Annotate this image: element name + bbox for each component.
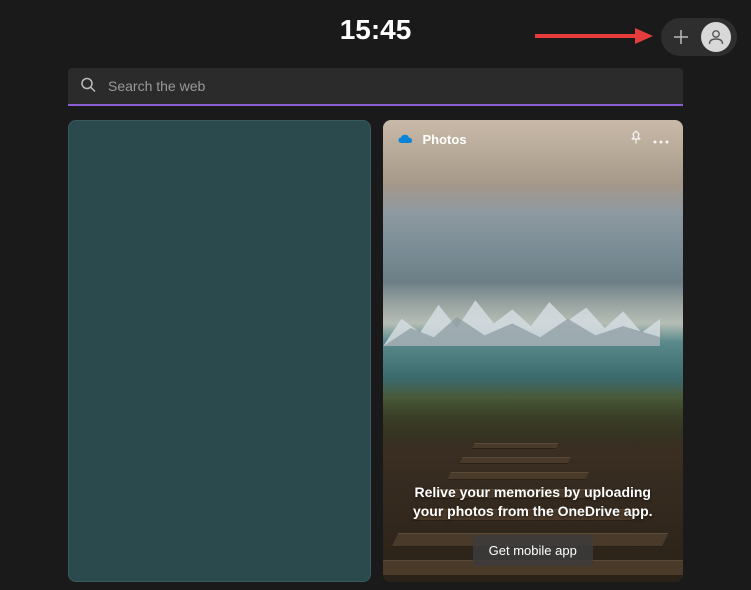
search-icon bbox=[80, 77, 96, 98]
mountain-shapes bbox=[383, 291, 660, 346]
annotation-arrow bbox=[535, 26, 655, 46]
widget-empty-card[interactable] bbox=[68, 120, 371, 582]
profile-button[interactable] bbox=[701, 22, 731, 52]
clock: 15:45 bbox=[340, 14, 412, 46]
photos-widget-header: Photos bbox=[383, 120, 684, 159]
photos-widget-title: Photos bbox=[423, 132, 467, 147]
person-icon bbox=[706, 27, 726, 47]
more-icon[interactable] bbox=[653, 131, 669, 149]
search-container bbox=[68, 68, 683, 106]
top-right-controls bbox=[661, 18, 737, 56]
add-widget-button[interactable] bbox=[667, 23, 695, 51]
search-input[interactable] bbox=[68, 68, 683, 106]
header-bar: 15:45 bbox=[0, 0, 751, 60]
get-mobile-app-button[interactable]: Get mobile app bbox=[473, 535, 593, 566]
widget-photos-card[interactable]: Photos Relive your memories by bbox=[383, 120, 684, 582]
photos-header-actions bbox=[629, 130, 669, 149]
plus-icon bbox=[672, 28, 690, 46]
photos-title-group: Photos bbox=[397, 131, 467, 149]
photos-overlay: Relive your memories by uploading your p… bbox=[383, 463, 684, 582]
photos-caption: Relive your memories by uploading your p… bbox=[399, 483, 668, 521]
onedrive-icon bbox=[397, 131, 415, 149]
pin-icon[interactable] bbox=[629, 130, 643, 149]
widgets-row: Photos Relive your memories by bbox=[68, 120, 683, 582]
